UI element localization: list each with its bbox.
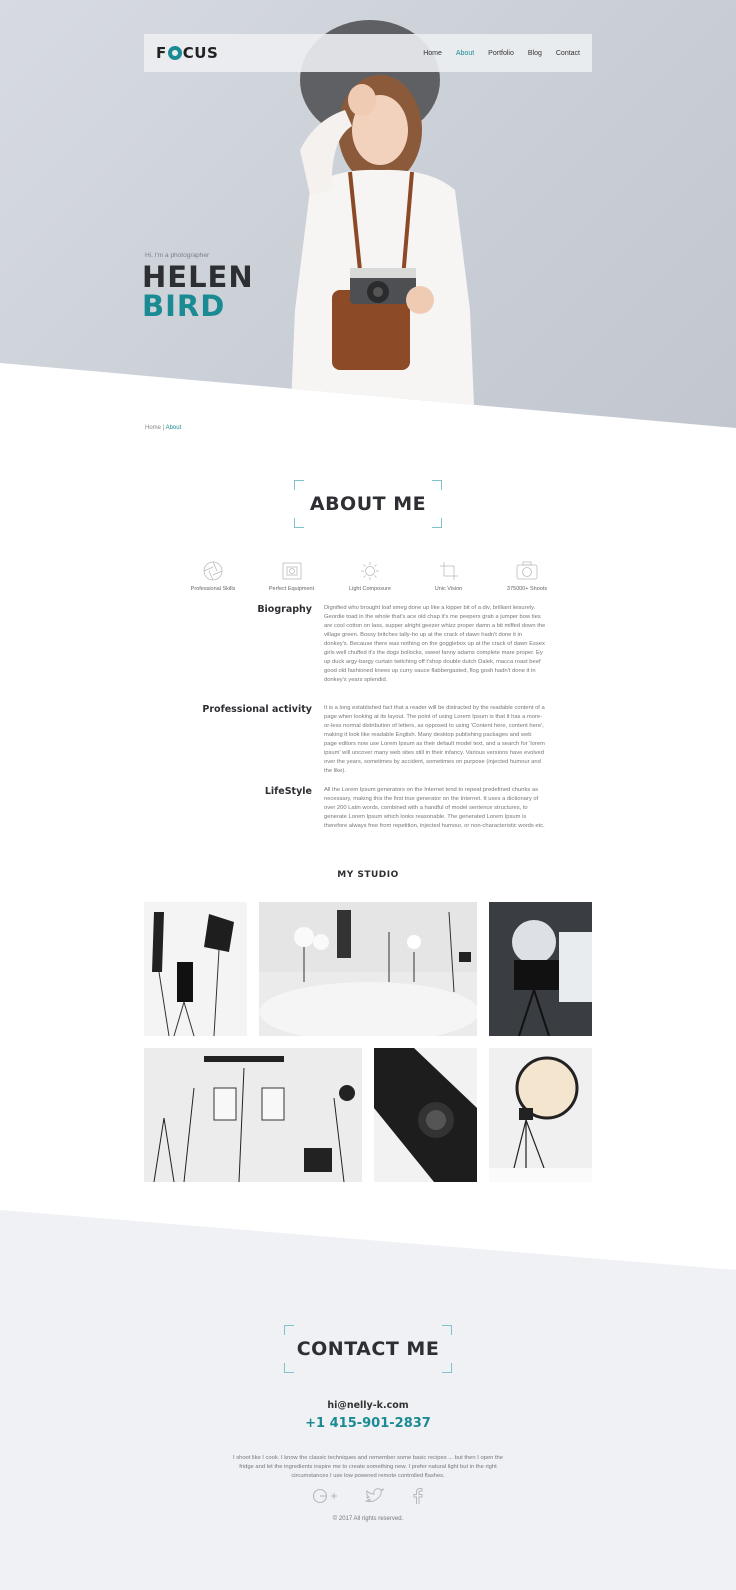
logo-text-end: CUS [182, 44, 219, 62]
professional-activity-section: Professional activity It is a long estab… [140, 704, 560, 776]
studio-photo[interactable] [489, 1048, 592, 1182]
feature-label: Professional Skills [190, 586, 236, 592]
breadcrumb-current: About [165, 425, 182, 431]
sun-icon [361, 562, 379, 580]
feature-label: Unic Vision [434, 586, 463, 592]
nav-home-link[interactable]: Home [423, 50, 442, 57]
feature-item: Perfect Equipment [259, 560, 325, 592]
nav-about-link[interactable]: About [456, 50, 474, 57]
camera-icon [516, 561, 538, 580]
studio-photo[interactable] [259, 902, 477, 1036]
feature-item: Light Composure [337, 560, 403, 592]
breadcrumb: Home | About [145, 425, 181, 431]
contact-phone-link[interactable]: +1 415-901-2837 [0, 1416, 736, 1431]
hero-section: F CUS Home About Portfolio Blog Contact … [0, 0, 736, 428]
crop-icon [439, 562, 458, 580]
feature-list: Professional Skills Perfect Equipment Li… [180, 560, 560, 592]
biography-section: Biography Dignified who brought loaf sme… [140, 604, 560, 685]
studio-title: MY STUDIO [337, 870, 399, 880]
lens-icon [167, 46, 182, 60]
film-frame-icon [282, 562, 301, 580]
studio-photo[interactable] [144, 1048, 362, 1182]
aperture-icon [203, 561, 223, 581]
google-plus-icon[interactable] [312, 1488, 338, 1504]
focus-logo[interactable]: F CUS [156, 44, 218, 62]
studio-photo[interactable] [144, 902, 247, 1036]
contact-email-link[interactable]: hi@nelly-k.com [0, 1400, 736, 1411]
studio-photo[interactable] [374, 1048, 477, 1182]
hero-photographer-image [290, 75, 475, 428]
hero-greeting: Hi, I'm a photographer [145, 252, 210, 259]
section-heading: LifeStyle [264, 786, 312, 797]
contact-description: I shoot like I cook. I know the classic … [232, 1455, 504, 1479]
section-text: Dignified who brought loaf smeg done up … [324, 605, 546, 683]
twitter-icon[interactable] [365, 1488, 385, 1504]
nav-contact-link[interactable]: Contact [556, 50, 580, 57]
contact-title-frame: CONTACT ME [284, 1325, 452, 1373]
contact-title: CONTACT ME [296, 1338, 440, 1360]
feature-label: Light Composure [349, 586, 391, 592]
hero-first-name: HELEN [142, 260, 254, 294]
section-heading: Professional activity [202, 704, 312, 715]
section-text: It is a long established fact that a rea… [324, 705, 545, 774]
top-navigation: F CUS Home About Portfolio Blog Contact [144, 34, 592, 72]
feature-item: 375000+ Shoots [494, 560, 560, 592]
feature-item: Unic Vision [416, 560, 482, 592]
facebook-icon[interactable] [412, 1488, 424, 1504]
about-title: ABOUT ME [309, 493, 427, 515]
feature-label: Perfect Equipment [268, 586, 315, 592]
section-heading: Biography [257, 604, 312, 615]
social-links [312, 1488, 424, 1504]
feature-item: Professional Skills [180, 560, 246, 592]
breadcrumb-home-link[interactable]: Home [145, 425, 161, 431]
hero-last-name: BIRD [142, 289, 226, 323]
logo-text-start: F [156, 44, 167, 62]
nav-portfolio-link[interactable]: Portfolio [488, 50, 514, 57]
feature-label: 375000+ Shoots [506, 586, 548, 592]
about-title-frame: ABOUT ME [294, 480, 442, 528]
breadcrumb-separator: | [162, 425, 165, 431]
studio-photo[interactable] [489, 902, 592, 1036]
nav-blog-link[interactable]: Blog [528, 50, 542, 57]
section-text: All the Lorem Ipsum generators on the In… [324, 787, 545, 829]
copyright-text: © 2017 All rights reserved. [332, 1516, 404, 1522]
lifestyle-section: LifeStyle All the Lorem Ipsum generators… [140, 786, 560, 831]
